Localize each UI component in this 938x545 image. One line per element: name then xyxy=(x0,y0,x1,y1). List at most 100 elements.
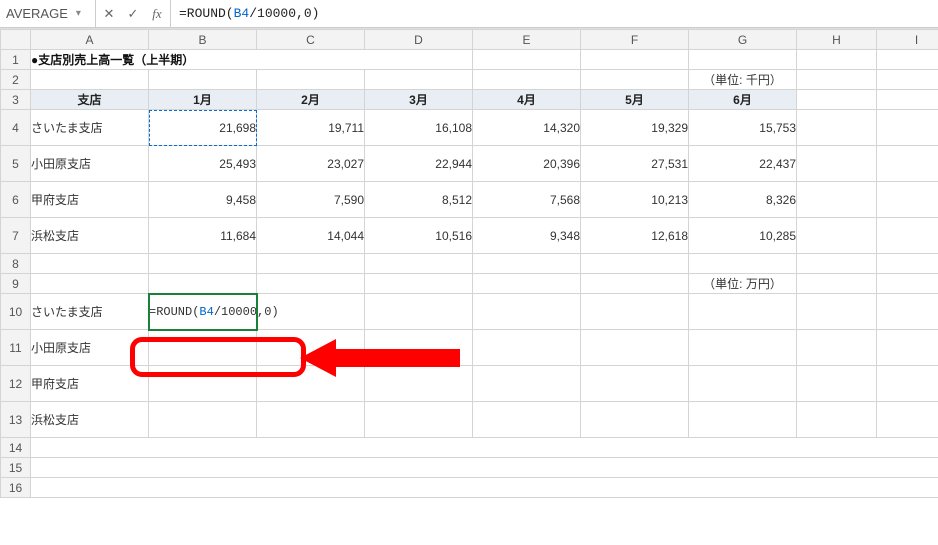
cell-A11[interactable]: 小田原支店 xyxy=(31,330,149,366)
col-head-C[interactable]: C xyxy=(257,30,365,50)
cell-E6[interactable]: 7,568 xyxy=(473,182,581,218)
cell-F2[interactable] xyxy=(581,70,689,90)
row-head-7[interactable]: 7 xyxy=(1,218,31,254)
cell-A12[interactable]: 甲府支店 xyxy=(31,366,149,402)
row-head-14[interactable]: 14 xyxy=(1,438,31,458)
cell-I7[interactable] xyxy=(877,218,938,254)
header-apr[interactable]: 4月 xyxy=(473,90,581,110)
cell-G12[interactable] xyxy=(689,366,797,402)
cell-A13[interactable]: 浜松支店 xyxy=(31,402,149,438)
cell-E4[interactable]: 14,320 xyxy=(473,110,581,146)
cell-I4[interactable] xyxy=(877,110,938,146)
cell-D2[interactable] xyxy=(365,70,473,90)
cell-G1[interactable] xyxy=(689,50,797,70)
cell-G4[interactable]: 15,753 xyxy=(689,110,797,146)
cell-B2[interactable] xyxy=(149,70,257,90)
cell-H4[interactable] xyxy=(797,110,877,146)
cell-F8[interactable] xyxy=(581,254,689,274)
cell-H13[interactable] xyxy=(797,402,877,438)
row-16-cells[interactable] xyxy=(31,478,938,498)
cell-B8[interactable] xyxy=(149,254,257,274)
row-head-2[interactable]: 2 xyxy=(1,70,31,90)
row-head-15[interactable]: 15 xyxy=(1,458,31,478)
cell-H2[interactable] xyxy=(797,70,877,90)
cell-F5[interactable]: 27,531 xyxy=(581,146,689,182)
cell-H9[interactable] xyxy=(797,274,877,294)
cell-G5[interactable]: 22,437 xyxy=(689,146,797,182)
cell-E10[interactable] xyxy=(473,294,581,330)
cell-I3[interactable] xyxy=(877,90,938,110)
cell-H10[interactable] xyxy=(797,294,877,330)
cell-I10[interactable] xyxy=(877,294,938,330)
cell-H6[interactable] xyxy=(797,182,877,218)
row-head-3[interactable]: 3 xyxy=(1,90,31,110)
cell-D10[interactable] xyxy=(365,294,473,330)
cancel-icon[interactable]: ✕ xyxy=(102,6,116,22)
cell-G10[interactable] xyxy=(689,294,797,330)
unit-label-top[interactable]: （単位: 千円） xyxy=(689,70,797,90)
cell-B13[interactable] xyxy=(149,402,257,438)
cell-G7[interactable]: 10,285 xyxy=(689,218,797,254)
row-15-cells[interactable] xyxy=(31,458,938,478)
cell-C13[interactable] xyxy=(257,402,365,438)
row-head-5[interactable]: 5 xyxy=(1,146,31,182)
header-mar[interactable]: 3月 xyxy=(365,90,473,110)
fx-icon[interactable]: fx xyxy=(150,6,164,22)
cell-I5[interactable] xyxy=(877,146,938,182)
sheet-title[interactable]: ●支店別売上高一覧（上半期） xyxy=(31,50,473,70)
cell-D4[interactable]: 16,108 xyxy=(365,110,473,146)
cell-F13[interactable] xyxy=(581,402,689,438)
col-head-A[interactable]: A xyxy=(31,30,149,50)
cell-C6[interactable]: 7,590 xyxy=(257,182,365,218)
cell-D7[interactable]: 10,516 xyxy=(365,218,473,254)
row-head-11[interactable]: 11 xyxy=(1,330,31,366)
name-box[interactable]: AVERAGE ▾ xyxy=(0,0,96,27)
cell-C12[interactable] xyxy=(257,366,365,402)
cell-H12[interactable] xyxy=(797,366,877,402)
cell-A9[interactable] xyxy=(31,274,149,294)
cell-D11[interactable] xyxy=(365,330,473,366)
header-jun[interactable]: 6月 xyxy=(689,90,797,110)
cell-I12[interactable] xyxy=(877,366,938,402)
cell-A2[interactable] xyxy=(31,70,149,90)
header-may[interactable]: 5月 xyxy=(581,90,689,110)
unit-label-bottom[interactable]: （単位: 万円） xyxy=(689,274,797,294)
cell-A7[interactable]: 浜松支店 xyxy=(31,218,149,254)
row-head-1[interactable]: 1 xyxy=(1,50,31,70)
cell-C9[interactable] xyxy=(257,274,365,294)
cell-B12[interactable] xyxy=(149,366,257,402)
cell-D12[interactable] xyxy=(365,366,473,402)
cell-B9[interactable] xyxy=(149,274,257,294)
cell-E2[interactable] xyxy=(473,70,581,90)
cell-D13[interactable] xyxy=(365,402,473,438)
row-14-cells[interactable] xyxy=(31,438,938,458)
cell-H1[interactable] xyxy=(797,50,877,70)
cell-G13[interactable] xyxy=(689,402,797,438)
cell-H7[interactable] xyxy=(797,218,877,254)
row-head-13[interactable]: 13 xyxy=(1,402,31,438)
header-branch[interactable]: 支店 xyxy=(31,90,149,110)
col-head-H[interactable]: H xyxy=(797,30,877,50)
cell-A8[interactable] xyxy=(31,254,149,274)
cell-C8[interactable] xyxy=(257,254,365,274)
row-head-9[interactable]: 9 xyxy=(1,274,31,294)
col-head-G[interactable]: G xyxy=(689,30,797,50)
cell-I9[interactable] xyxy=(877,274,938,294)
cell-I1[interactable] xyxy=(877,50,938,70)
cell-D9[interactable] xyxy=(365,274,473,294)
cell-H5[interactable] xyxy=(797,146,877,182)
cell-E13[interactable] xyxy=(473,402,581,438)
header-jan[interactable]: 1月 xyxy=(149,90,257,110)
cell-A5[interactable]: 小田原支店 xyxy=(31,146,149,182)
cell-H11[interactable] xyxy=(797,330,877,366)
cell-E8[interactable] xyxy=(473,254,581,274)
col-head-E[interactable]: E xyxy=(473,30,581,50)
cell-C2[interactable] xyxy=(257,70,365,90)
cell-B4[interactable]: 21,698 xyxy=(149,110,257,146)
cell-A10[interactable]: さいたま支店 xyxy=(31,294,149,330)
spreadsheet-grid[interactable]: A B C D E F G H I 1 ●支店別売上高一覧（上半期） 2 （単位… xyxy=(0,28,938,545)
cell-E9[interactable] xyxy=(473,274,581,294)
cell-A4[interactable]: さいたま支店 xyxy=(31,110,149,146)
cell-C11[interactable] xyxy=(257,330,365,366)
cell-D5[interactable]: 22,944 xyxy=(365,146,473,182)
